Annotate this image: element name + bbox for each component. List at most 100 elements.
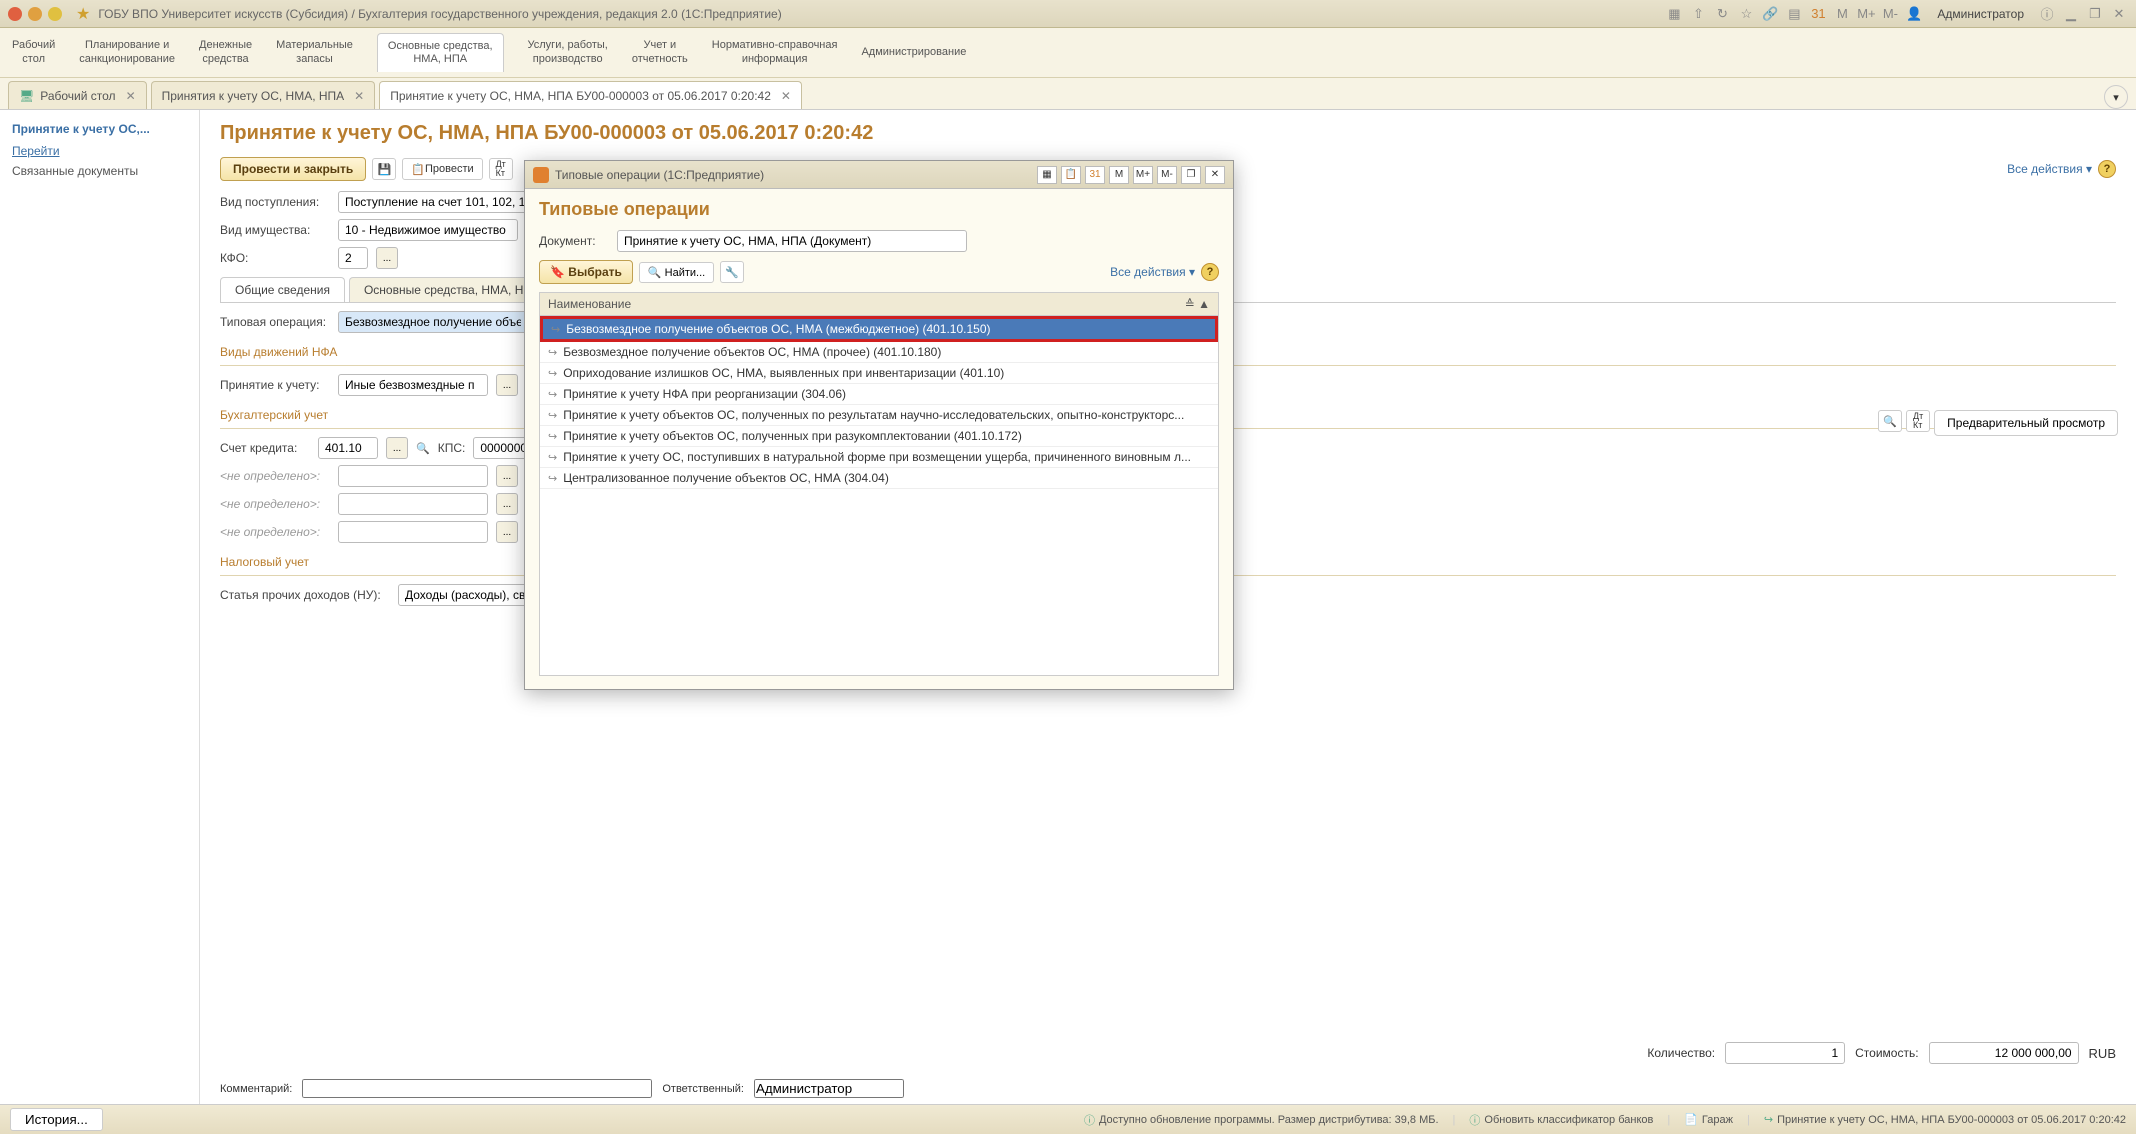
modal-mplus-icon[interactable]: M+ bbox=[1133, 166, 1153, 184]
kfo-input[interactable] bbox=[338, 247, 368, 269]
expand-tabs-icon[interactable]: ▾ bbox=[2104, 85, 2128, 109]
tab-document[interactable]: Принятие к учету ОС, НМА, НПА БУ00-00000… bbox=[379, 81, 802, 109]
minimize-icon[interactable]: ▁ bbox=[2062, 5, 2080, 23]
modal-grid-icon[interactable]: ▦ bbox=[1037, 166, 1057, 184]
clear-filter-icon[interactable]: 🔧 bbox=[720, 261, 744, 283]
grid-row-1[interactable]: ↪Безвозмездное получение объектов ОС, НМ… bbox=[540, 342, 1218, 363]
maximize-icon[interactable]: ❐ bbox=[2086, 5, 2104, 23]
all-actions-link[interactable]: Все действия ▾ bbox=[2007, 162, 2092, 176]
save-icon[interactable]: 💾 bbox=[372, 158, 396, 180]
status-current-doc[interactable]: ↪Принятие к учету ОС, НМА, НПА БУ00-0000… bbox=[1764, 1113, 2126, 1126]
nav-reference[interactable]: Нормативно-справочная информация bbox=[712, 39, 838, 65]
find-button[interactable]: 🔍 Найти... bbox=[639, 262, 714, 283]
m-plus-icon[interactable]: M+ bbox=[1857, 5, 1875, 23]
dtkt-tool-icon[interactable]: ДтКт bbox=[1906, 410, 1930, 432]
tab-list[interactable]: Принятия к учету ОС, НМА, НПА ✕ bbox=[151, 81, 376, 109]
grid-row-6[interactable]: ↪Принятие к учету ОС, поступивших в нату… bbox=[540, 447, 1218, 468]
schet-input[interactable] bbox=[318, 437, 378, 459]
grid-row-2[interactable]: ↪Оприходование излишков ОС, НМА, выявлен… bbox=[540, 363, 1218, 384]
row-icon: ↪ bbox=[548, 430, 557, 443]
sidebar-goto[interactable]: Перейти bbox=[12, 144, 187, 158]
close-icon[interactable]: ✕ bbox=[2110, 5, 2128, 23]
nav-accounting[interactable]: Учет и отчетность bbox=[632, 39, 688, 65]
favorite-icon[interactable]: ★ bbox=[76, 4, 90, 24]
dtkt-icon[interactable]: ДтКт bbox=[489, 158, 513, 180]
grid-header[interactable]: Наименование ≙ ▲ bbox=[539, 292, 1219, 316]
undef-picker-3[interactable]: ... bbox=[496, 521, 518, 543]
close-icon[interactable]: ✕ bbox=[781, 89, 791, 103]
stoim-input[interactable] bbox=[1929, 1042, 2079, 1064]
tab-general[interactable]: Общие сведения bbox=[220, 277, 345, 302]
nav-cash[interactable]: Денежные средства bbox=[199, 39, 252, 65]
prin-k-picker[interactable]: ... bbox=[496, 374, 518, 396]
conduct-close-button[interactable]: Провести и закрыть bbox=[220, 157, 366, 181]
window-max-dot[interactable] bbox=[48, 7, 62, 21]
grid-row-5[interactable]: ↪Принятие к учету объектов ОС, полученны… bbox=[540, 426, 1218, 447]
modal-close-icon[interactable]: ✕ bbox=[1205, 166, 1225, 184]
undef-input-1[interactable] bbox=[338, 465, 488, 487]
modal-calc-icon[interactable]: 📋 bbox=[1061, 166, 1081, 184]
schet-search-icon[interactable]: 🔍 bbox=[416, 442, 430, 455]
m-icon[interactable]: M bbox=[1833, 5, 1851, 23]
modal-cal-icon[interactable]: 31 bbox=[1085, 166, 1105, 184]
undef-picker-2[interactable]: ... bbox=[496, 493, 518, 515]
komment-input[interactable] bbox=[302, 1079, 652, 1098]
calendar-icon[interactable]: 31 bbox=[1809, 5, 1827, 23]
vid-post-input[interactable] bbox=[338, 191, 548, 213]
schet-picker[interactable]: ... bbox=[386, 437, 408, 459]
sort-icon[interactable]: ≙ ▲ bbox=[1185, 297, 1210, 311]
modal-doc-input[interactable] bbox=[617, 230, 967, 252]
otvet-input[interactable] bbox=[754, 1079, 904, 1098]
nav-materials[interactable]: Материальные запасы bbox=[276, 39, 353, 65]
star-outline-icon[interactable]: ☆ bbox=[1737, 5, 1755, 23]
tab-assets[interactable]: Основные средства, НМА, НП bbox=[349, 277, 547, 302]
modal-restore-icon[interactable]: ❐ bbox=[1181, 166, 1201, 184]
close-icon[interactable]: ✕ bbox=[354, 89, 364, 103]
grid-row-0[interactable]: ↪Безвозмездное получение объектов ОС, НМ… bbox=[540, 316, 1218, 342]
kfo-picker[interactable]: ... bbox=[376, 247, 398, 269]
tool-icon-2[interactable]: ⇧ bbox=[1689, 5, 1707, 23]
undef-input-2[interactable] bbox=[338, 493, 488, 515]
nav-planning[interactable]: Планирование и санкционирование bbox=[79, 39, 175, 65]
grid-row-4[interactable]: ↪Принятие к учету объектов ОС, полученны… bbox=[540, 405, 1218, 426]
vid-imush-input[interactable] bbox=[338, 219, 518, 241]
status-update[interactable]: ⓘДоступно обновление программы. Размер д… bbox=[1084, 1112, 1439, 1128]
tool-icon-3[interactable]: ↻ bbox=[1713, 5, 1731, 23]
preview-button[interactable]: Предварительный просмотр bbox=[1934, 410, 2118, 436]
undef-input-3[interactable] bbox=[338, 521, 488, 543]
history-button[interactable]: История... bbox=[10, 1108, 103, 1131]
prin-k-input[interactable] bbox=[338, 374, 488, 396]
window-close-dot[interactable] bbox=[8, 7, 22, 21]
select-button[interactable]: 🔖 Выбрать bbox=[539, 260, 633, 284]
conduct-icon[interactable]: 📋 Провести bbox=[402, 158, 482, 180]
search-tool-icon[interactable]: 🔍 bbox=[1878, 410, 1902, 432]
link-icon[interactable]: 🔗 bbox=[1761, 5, 1779, 23]
modal-m-icon[interactable]: M bbox=[1109, 166, 1129, 184]
modal-all-actions[interactable]: Все действия ▾ bbox=[1110, 265, 1195, 279]
m-minus-icon[interactable]: M- bbox=[1881, 5, 1899, 23]
nav-desktop[interactable]: Рабочий стол bbox=[12, 39, 55, 65]
help-icon[interactable]: ? bbox=[2098, 160, 2116, 178]
close-icon[interactable]: ✕ bbox=[126, 89, 136, 103]
app-title: ГОБУ ВПО Университет искусств (Субсидия)… bbox=[98, 7, 781, 21]
modal-title: Типовые операции (1С:Предприятие) bbox=[555, 168, 764, 182]
grid-row-7[interactable]: ↪Централизованное получение объектов ОС,… bbox=[540, 468, 1218, 489]
window-min-dot[interactable] bbox=[28, 7, 42, 21]
tool-icon-1[interactable]: ▦ bbox=[1665, 5, 1683, 23]
kolvo-input[interactable] bbox=[1725, 1042, 1845, 1064]
undef-picker-1[interactable]: ... bbox=[496, 465, 518, 487]
nav-admin[interactable]: Администрирование bbox=[861, 46, 966, 59]
nav-fixed-assets[interactable]: Основные средства, НМА, НПА bbox=[377, 33, 504, 72]
status-garage[interactable]: 📄Гараж bbox=[1684, 1113, 1733, 1126]
grid-row-3[interactable]: ↪Принятие к учету НФА при реорганизации … bbox=[540, 384, 1218, 405]
grid-icon[interactable]: ▤ bbox=[1785, 5, 1803, 23]
tab-desktop[interactable]: 🖥 Рабочий стол ✕ bbox=[8, 81, 147, 109]
info-icon: ⓘ bbox=[1084, 1112, 1095, 1128]
modal-mminus-icon[interactable]: M- bbox=[1157, 166, 1177, 184]
modal-help-icon[interactable]: ? bbox=[1201, 263, 1219, 281]
typ-op-input[interactable] bbox=[338, 311, 528, 333]
nav-services[interactable]: Услуги, работы, производство bbox=[528, 39, 608, 65]
sidebar-related-docs[interactable]: Связанные документы bbox=[12, 164, 187, 178]
info-icon[interactable]: ⓘ bbox=[2038, 5, 2056, 23]
status-banks[interactable]: ⓘОбновить классификатор банков bbox=[1469, 1112, 1653, 1128]
